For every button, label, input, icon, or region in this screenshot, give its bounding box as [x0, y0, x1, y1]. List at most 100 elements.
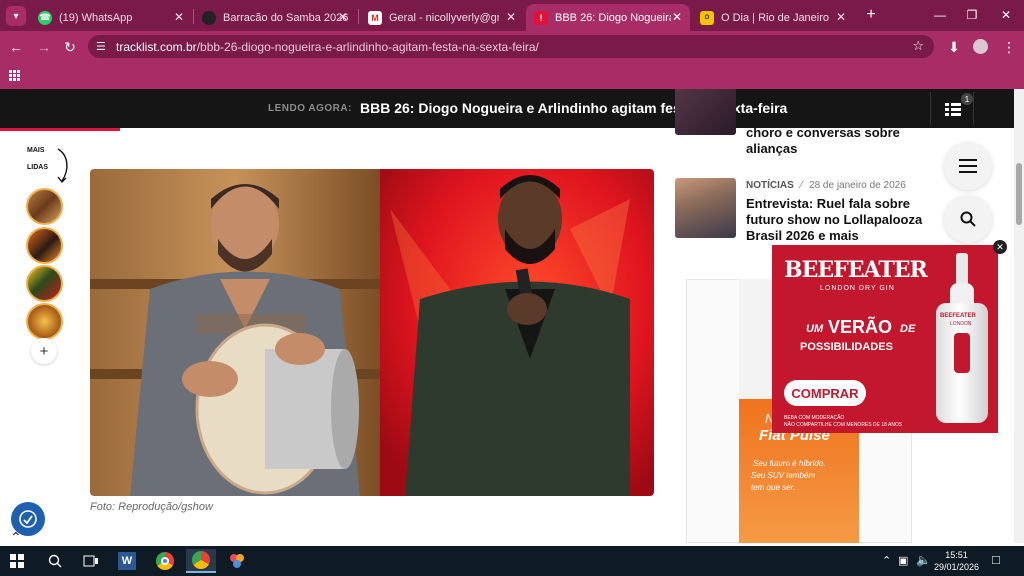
tab-tracklist[interactable]: ! BBB 26: Diogo Nogueira e Arlindinho ✕	[526, 4, 690, 31]
close-tab-icon[interactable]: ✕	[672, 10, 682, 24]
story-circle-2[interactable]	[26, 227, 63, 264]
ad-disclaimer-1: BEBA COM MODERAÇÃO	[784, 415, 845, 421]
restore-icon[interactable]: ❐	[961, 5, 983, 25]
story-circle-3[interactable]	[26, 265, 63, 302]
close-tab-icon[interactable]: ✕	[836, 10, 846, 24]
chrome-icon[interactable]	[150, 549, 180, 573]
url-text: tracklist.com.br/bbb-26-diogo-nogueira-e…	[116, 40, 539, 54]
close-tab-icon[interactable]: ✕	[338, 10, 348, 24]
tab-separator	[358, 9, 359, 24]
tab-title: Geral - nicollyverly@gmail.com	[389, 11, 499, 24]
fiat-tagline-2: Seu SUV também	[751, 471, 816, 480]
related-category[interactable]: NOTÍCIAS	[746, 180, 794, 191]
hamburger-icon	[959, 159, 977, 173]
tab-barracao[interactable]: Barracão do Samba 2026 ✕	[194, 4, 356, 31]
clock-time: 15:51	[945, 550, 968, 560]
article-hero-image	[90, 169, 654, 496]
tab-search-button[interactable]: ▾	[6, 6, 26, 26]
address-bar[interactable]: ☰ tracklist.com.br/bbb-26-diogo-nogueira…	[88, 35, 934, 58]
minimize-icon[interactable]: —	[929, 5, 951, 25]
beefeater-subtitle: LONDON DRY GIN	[820, 285, 895, 292]
ad-possibilidades: POSSIBILIDADES	[800, 341, 893, 353]
close-tab-icon[interactable]: ✕	[506, 10, 516, 24]
tab-strip: ▾ ☎ (19) WhatsApp ✕ Barracão do Samba 20…	[0, 0, 1024, 31]
page-scrollbar[interactable]	[1014, 89, 1024, 543]
ad-de: DE	[900, 323, 916, 335]
hero-photo	[90, 169, 654, 496]
reading-now-bar: LENDO AGORA: BBB 26: Diogo Nogueira e Ar…	[0, 89, 1014, 128]
volume-icon[interactable]: 🔈	[916, 553, 931, 567]
add-story-button[interactable]: +	[31, 338, 57, 364]
scrollbar-thumb[interactable]	[1016, 163, 1022, 225]
tray-chevron-up-icon[interactable]: ⌃	[882, 554, 891, 567]
scroll-up-chevron-icon[interactable]: ⌃	[10, 529, 22, 543]
ad-verao: VERÃO	[828, 317, 893, 337]
meta-separator-icon: ⁄	[800, 180, 803, 191]
new-tab-button[interactable]: +	[861, 5, 881, 25]
reading-list-badge: 1	[961, 93, 973, 105]
notifications-icon[interactable]: □	[992, 552, 1000, 567]
ad-um: UM	[806, 323, 824, 335]
related-headline-1-line1: choro e conversas sobre	[746, 125, 900, 140]
chrome-profile-icon[interactable]	[186, 549, 216, 573]
reading-list-button[interactable]: 1	[930, 92, 974, 126]
related-meta-2: NOTÍCIAS ⁄ 28 de janeiro de 2026	[746, 180, 906, 191]
taskbar-search-icon[interactable]	[40, 549, 70, 573]
bookmark-star-icon[interactable]: ☆	[912, 38, 924, 54]
window-close-icon[interactable]: ✕	[995, 5, 1017, 25]
tab-gmail[interactable]: M Geral - nicollyverly@gmail.com ✕	[360, 4, 524, 31]
fiat-tagline-1: Seu futuro é híbrido.	[753, 459, 826, 468]
windows-taskbar: W ⌃ ▣ 🔈 15:51 29/01/2026 □	[0, 546, 1024, 576]
tab-whatsapp[interactable]: ☎ (19) WhatsApp ✕	[30, 4, 192, 31]
word-icon[interactable]: W	[112, 549, 142, 573]
odia-icon: O	[700, 10, 714, 25]
taskbar-clock[interactable]: 15:51 29/01/2026	[934, 549, 979, 573]
related-date: 28 de janeiro de 2026	[809, 180, 906, 191]
search-button[interactable]	[944, 195, 992, 243]
mais-lidas-label-line2: LIDAS	[27, 164, 48, 171]
gmail-icon: M	[368, 10, 382, 25]
story-circle-4[interactable]	[26, 303, 63, 340]
windows-start-icon[interactable]	[2, 549, 32, 573]
related-headline-1[interactable]: choro e conversas sobre alianças	[746, 125, 946, 157]
related-thumb-2[interactable]	[675, 178, 736, 238]
bookmarks-bar	[0, 62, 1024, 89]
related-headline-2[interactable]: Entrevista: Ruel fala sobre futuro show …	[746, 196, 946, 244]
site-favicon-icon	[202, 10, 216, 25]
mais-lidas-label-line1: MAIS	[27, 147, 45, 154]
ad-disclaimer-2: NÃO COMPARTILHE COM MENORES DE 18 ANOS	[784, 422, 903, 428]
search-icon	[960, 211, 976, 227]
reading-now-label: LENDO AGORA:	[268, 103, 352, 114]
bottle-sublabel: LONDON	[950, 321, 972, 327]
tab-odia[interactable]: O O Dia | Rio de Janeiro ✕	[692, 4, 854, 31]
close-tab-icon[interactable]: ✕	[174, 10, 184, 24]
story-circle-1[interactable]	[26, 188, 63, 225]
site-settings-icon[interactable]: ☰	[96, 40, 106, 53]
url-path: /bbb-26-diogo-nogueira-e-arlindinho-agit…	[196, 39, 539, 54]
tab-title: (19) WhatsApp	[59, 11, 133, 24]
browser-toolbar: ← → ↻ ☰ tracklist.com.br/bbb-26-diogo-no…	[0, 31, 1024, 62]
forward-icon[interactable]: →	[34, 37, 54, 57]
tab-title: BBB 26: Diogo Nogueira e Arlindinho	[555, 11, 671, 24]
related-thumb-1[interactable]	[675, 89, 736, 135]
network-icon[interactable]: ▣	[898, 554, 908, 567]
related-headline-1-line2: alianças	[746, 141, 798, 156]
clock-date: 29/01/2026	[934, 562, 980, 572]
comprar-button[interactable]: COMPRAR	[784, 380, 866, 406]
profile-avatar[interactable]	[973, 39, 988, 54]
reload-icon[interactable]: ↻	[60, 37, 80, 57]
comprar-label: COMPRAR	[791, 385, 859, 401]
app-pinwheel-icon[interactable]	[222, 549, 252, 573]
download-icon[interactable]: ⬇	[944, 37, 964, 57]
apps-grid-icon[interactable]	[9, 70, 20, 81]
menu-button[interactable]	[944, 142, 992, 190]
fiat-tagline-3: tem que ser.	[751, 483, 796, 492]
beefeater-ad[interactable]: BEEFEATER LONDON DRY GIN UM VERÃO DE POS…	[772, 245, 998, 433]
ad-close-button[interactable]: ✕	[993, 240, 1007, 254]
chevron-down-icon: ▾	[13, 10, 19, 22]
menu-kebab-icon[interactable]: ⋮	[999, 37, 1019, 57]
url-domain: tracklist.com.br	[116, 39, 197, 54]
photo-caption: Foto: Reprodução/gshow	[90, 501, 213, 513]
back-icon[interactable]: ←	[6, 37, 26, 57]
task-view-icon[interactable]	[76, 549, 106, 573]
